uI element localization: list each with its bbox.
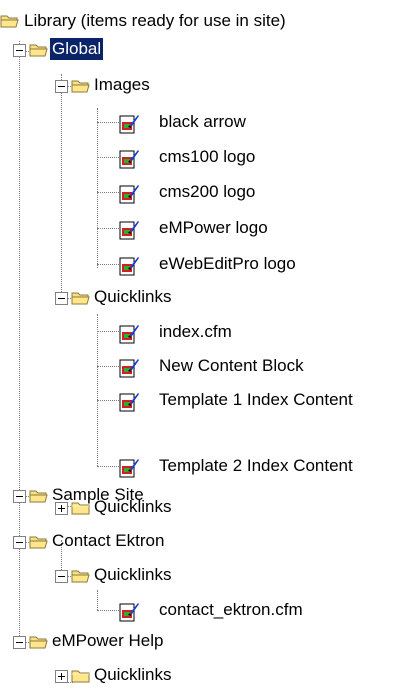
content-item-icon [119, 185, 139, 204]
tree-node-empower-help[interactable]: eMPower Help [0, 628, 200, 662]
expand-toggle[interactable] [55, 670, 68, 683]
expand-toggle[interactable] [55, 502, 68, 515]
open-folder-icon [29, 44, 48, 57]
collapse-toggle[interactable] [13, 44, 26, 57]
tree-item-ewebeditpro-logo[interactable]: eWebEditPro logo [0, 250, 300, 284]
tree-item-template-1-index-content[interactable]: Template 1 Index Content [0, 386, 353, 420]
collapse-toggle[interactable] [55, 80, 68, 93]
tree-node-images[interactable]: Images [0, 72, 200, 106]
content-item-icon [119, 359, 139, 378]
tree-node-global[interactable]: Global [0, 36, 200, 70]
tree-label[interactable]: Quicklinks [92, 664, 173, 686]
collapse-toggle[interactable] [55, 292, 68, 305]
open-folder-icon [29, 536, 48, 549]
tree-node-quicklinks[interactable]: Quicklinks [0, 562, 200, 596]
content-item-icon [119, 325, 139, 344]
content-item-icon [119, 603, 139, 622]
tree-item-template-2-index-content[interactable]: Template 2 Index Content [0, 452, 353, 486]
open-folder-icon [71, 80, 90, 93]
tree-node-library[interactable]: Library (items ready for use in site) [0, 2, 400, 36]
tree-label[interactable]: Template 1 Index Content [157, 389, 355, 411]
content-item-icon [119, 393, 139, 412]
tree-label[interactable]: Template 2 Index Content [157, 455, 355, 477]
tree-label[interactable]: index.cfm [157, 321, 234, 343]
open-folder-icon [71, 570, 90, 583]
collapse-toggle[interactable] [13, 536, 26, 549]
content-item-icon [119, 257, 139, 276]
content-item-icon [119, 459, 139, 478]
tree-label[interactable]: black arrow [157, 111, 248, 133]
open-folder-icon [0, 15, 19, 28]
open-folder-icon [71, 292, 90, 305]
tree-label[interactable]: cms200 logo [157, 181, 257, 203]
tree-node-quicklinks[interactable]: Quicklinks [0, 284, 200, 318]
tree-node-quicklinks[interactable]: Quicklinks [0, 494, 200, 528]
tree-label[interactable]: Quicklinks [92, 286, 173, 308]
content-item-icon [119, 221, 139, 240]
tree-node-quicklinks[interactable]: Quicklinks [0, 662, 200, 696]
tree-label[interactable]: eMPower Help [50, 630, 166, 652]
tree-item-new-content-block[interactable]: New Content Block [0, 352, 304, 386]
tree-label[interactable]: Quicklinks [92, 496, 173, 518]
tree-label[interactable]: eWebEditPro logo [157, 253, 298, 275]
tree-item-contact-ektron-cfm[interactable]: contact_ektron.cfm [0, 596, 303, 630]
tree-label[interactable]: Contact Ektron [50, 530, 166, 552]
closed-folder-icon [71, 670, 90, 683]
tree-label[interactable]: Global [48, 37, 105, 61]
tree-label[interactable]: Quicklinks [92, 564, 173, 586]
closed-folder-icon [71, 502, 90, 515]
tree-node-contact-ektron[interactable]: Contact Ektron [0, 528, 200, 562]
content-item-icon [119, 115, 139, 134]
tree-item-cms200-logo[interactable]: cms200 logo [0, 178, 300, 212]
library-tree: Library (items ready for use in site) Gl… [0, 0, 410, 696]
tree-item-cms100-logo[interactable]: cms100 logo [0, 143, 300, 177]
tree-label[interactable]: eMPower logo [157, 217, 270, 239]
tree-item-black-arrow[interactable]: black arrow [0, 108, 300, 142]
tree-label[interactable]: Images [92, 74, 152, 96]
collapse-toggle[interactable] [55, 570, 68, 583]
collapse-toggle[interactable] [13, 636, 26, 649]
tree-item-index-cfm[interactable]: index.cfm [0, 318, 300, 352]
tree-label[interactable]: contact_ektron.cfm [157, 599, 305, 621]
tree-label[interactable]: Library (items ready for use in site) [22, 10, 288, 32]
tree-label[interactable]: cms100 logo [157, 146, 257, 168]
tree-label[interactable]: New Content Block [157, 355, 306, 377]
open-folder-icon [29, 636, 48, 649]
tree-item-empower-logo[interactable]: eMPower logo [0, 214, 300, 248]
content-item-icon [119, 150, 139, 169]
